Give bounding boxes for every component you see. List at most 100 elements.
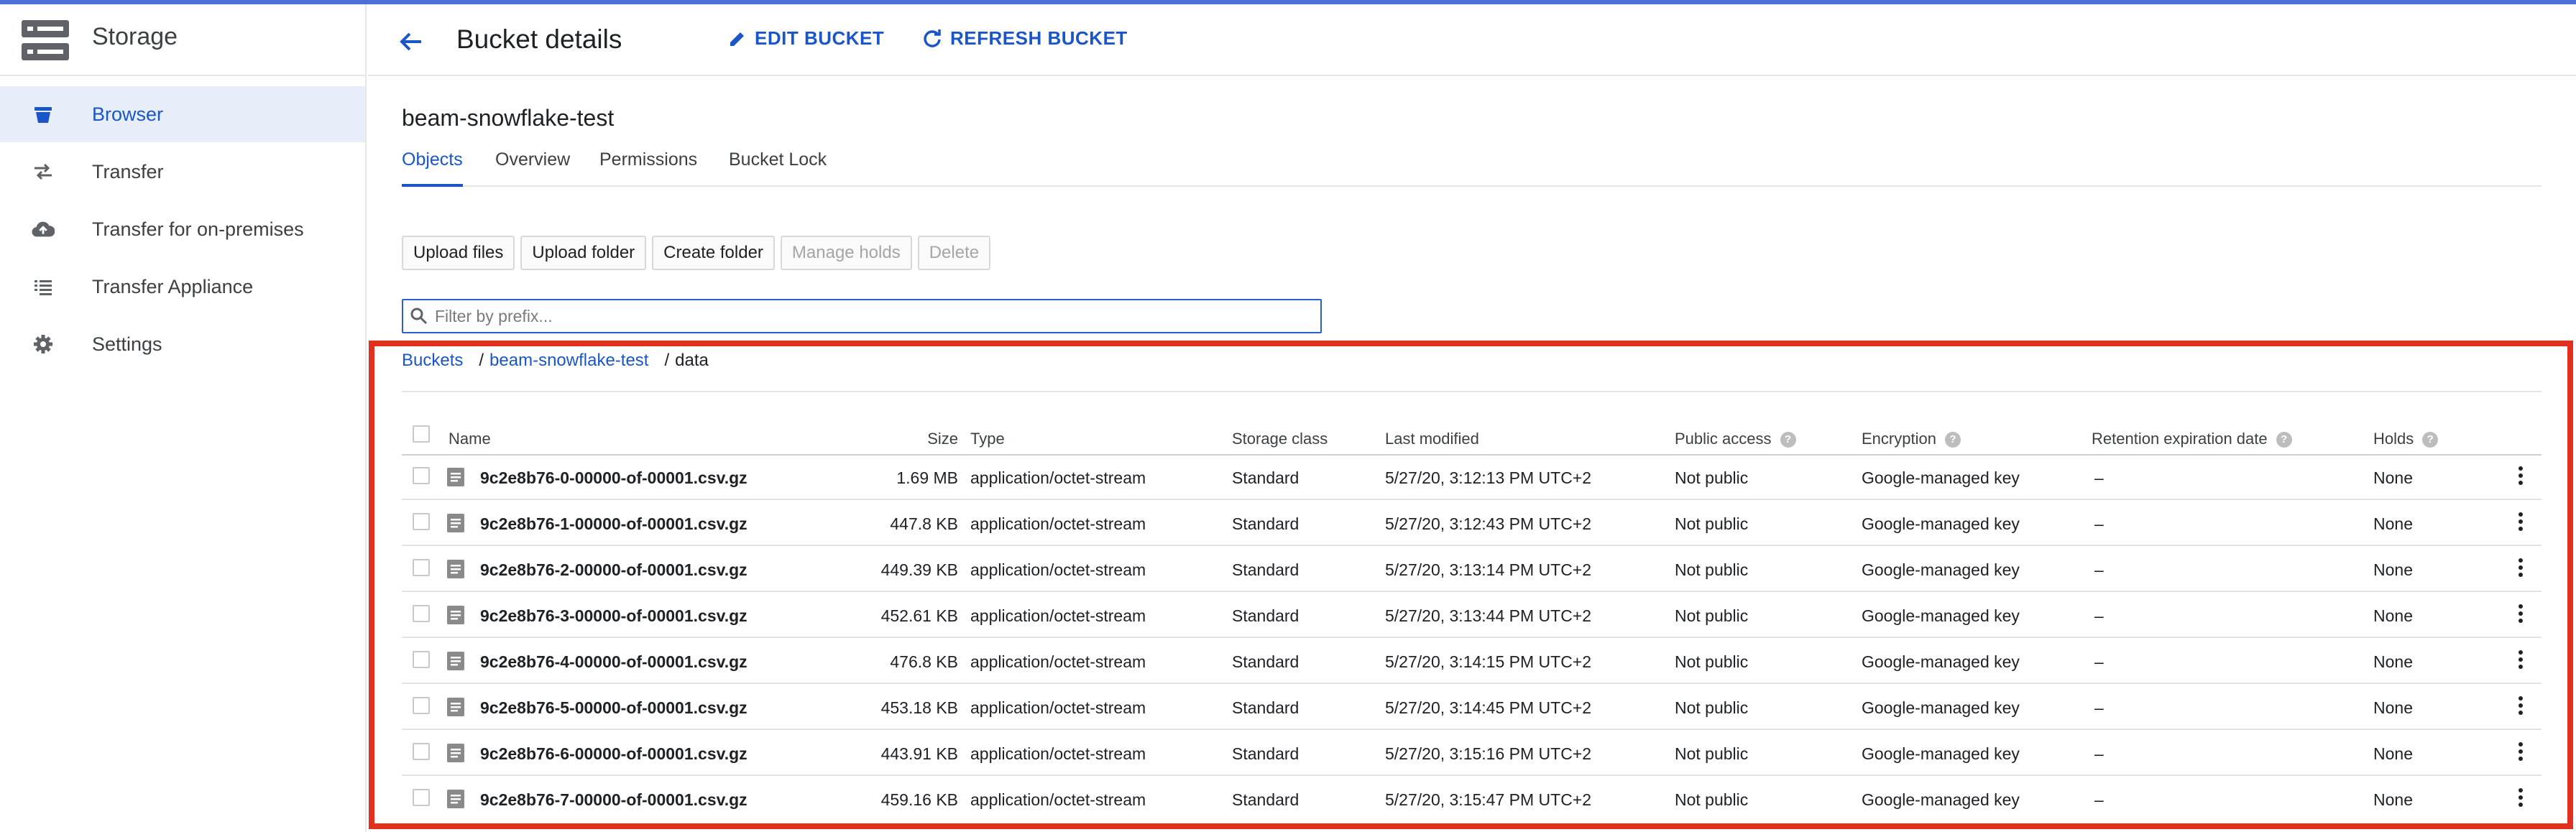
table-row[interactable]: 9c2e8b76-1-00000-of-00001.csv.gz 447.8 K… — [402, 500, 2542, 546]
column-header-encryption[interactable]: Encryption? — [1862, 430, 1961, 448]
column-header-type[interactable]: Type — [970, 430, 1005, 448]
file-type: application/octet-stream — [970, 652, 1146, 671]
select-all-checkbox[interactable] — [413, 425, 430, 443]
file-name-link[interactable]: 9c2e8b76-4-00000-of-00001.csv.gz — [480, 652, 748, 672]
sidebar-item-settings[interactable]: Settings — [0, 316, 365, 372]
edit-bucket-button[interactable]: EDIT BUCKET — [727, 27, 884, 50]
table-row[interactable]: 9c2e8b76-6-00000-of-00001.csv.gz 443.91 … — [402, 730, 2542, 776]
file-name-link[interactable]: 9c2e8b76-3-00000-of-00001.csv.gz — [480, 606, 748, 626]
encryption: Google-managed key — [1862, 560, 2020, 579]
search-icon — [403, 307, 435, 325]
table-header: Name Size Type Storage class Last modifi… — [402, 422, 2542, 456]
table-row[interactable]: 9c2e8b76-7-00000-of-00001.csv.gz 459.16 … — [402, 776, 2542, 822]
bucket-icon — [32, 103, 55, 125]
file-name-link[interactable]: 9c2e8b76-2-00000-of-00001.csv.gz — [480, 560, 748, 580]
breadcrumb-current-folder: data — [675, 351, 709, 370]
row-checkbox[interactable] — [413, 513, 430, 530]
file-type: application/octet-stream — [970, 468, 1146, 487]
column-header-retention[interactable]: Retention expiration date? — [2092, 430, 2292, 448]
column-header-label: Retention expiration date — [2092, 430, 2268, 448]
tab-overview[interactable]: Overview — [495, 149, 570, 187]
sidebar: Storage Browser Transfer Transfer for on… — [0, 4, 367, 832]
file-name-link[interactable]: 9c2e8b76-7-00000-of-00001.csv.gz — [480, 790, 748, 810]
list-icon — [32, 276, 55, 297]
create-folder-button[interactable]: Create folder — [652, 236, 775, 270]
column-header-size[interactable]: Size — [905, 430, 958, 448]
breadcrumb-bucket-link[interactable]: beam-snowflake-test — [489, 351, 648, 371]
file-size: 452.61 KB — [880, 606, 958, 625]
upload-folder-button[interactable]: Upload folder — [520, 236, 647, 270]
bucket-name: beam-snowflake-test — [402, 105, 615, 131]
column-header-label: Public access — [1675, 430, 1772, 448]
file-name-link[interactable]: 9c2e8b76-6-00000-of-00001.csv.gz — [480, 744, 748, 764]
more-options-icon[interactable] — [2513, 510, 2528, 536]
encryption: Google-managed key — [1862, 468, 2020, 487]
sidebar-item-transfer-appliance[interactable]: Transfer Appliance — [0, 259, 365, 315]
table-row[interactable]: 9c2e8b76-0-00000-of-00001.csv.gz 1.69 MB… — [402, 454, 2542, 500]
tab-bar: Objects Overview Permissions Bucket Lock — [402, 147, 2542, 187]
file-type: application/octet-stream — [970, 698, 1146, 717]
more-options-icon[interactable] — [2513, 556, 2528, 582]
retention-date: – — [2094, 560, 2104, 579]
holds: None — [2373, 744, 2413, 763]
more-options-icon[interactable] — [2513, 464, 2528, 490]
more-options-icon[interactable] — [2513, 602, 2528, 628]
table-row[interactable]: 9c2e8b76-5-00000-of-00001.csv.gz 453.18 … — [402, 684, 2542, 730]
file-icon — [447, 606, 464, 624]
help-icon[interactable]: ? — [1780, 432, 1796, 448]
filter-input[interactable] — [435, 306, 1297, 326]
row-checkbox[interactable] — [413, 467, 430, 484]
file-type: application/octet-stream — [970, 790, 1146, 809]
row-checkbox[interactable] — [413, 605, 430, 622]
sidebar-item-browser[interactable]: Browser — [0, 86, 365, 142]
tab-bucket-lock[interactable]: Bucket Lock — [729, 149, 827, 187]
cloud-upload-icon — [32, 218, 55, 240]
row-checkbox[interactable] — [413, 697, 430, 714]
breadcrumb-buckets-link[interactable]: Buckets — [402, 351, 463, 371]
more-options-icon[interactable] — [2513, 648, 2528, 674]
holds: None — [2373, 698, 2413, 717]
delete-button[interactable]: Delete — [917, 236, 991, 270]
upload-files-button[interactable]: Upload files — [402, 236, 515, 270]
row-checkbox[interactable] — [413, 743, 430, 760]
file-name-link[interactable]: 9c2e8b76-5-00000-of-00001.csv.gz — [480, 698, 748, 718]
tab-objects[interactable]: Objects — [402, 149, 463, 187]
public-access: Not public — [1675, 698, 1749, 717]
tab-permissions[interactable]: Permissions — [599, 149, 697, 187]
column-header-holds[interactable]: Holds? — [2373, 430, 2439, 448]
row-checkbox[interactable] — [413, 789, 430, 806]
help-icon[interactable]: ? — [2422, 432, 2439, 448]
help-icon[interactable]: ? — [2276, 432, 2292, 448]
column-header-name[interactable]: Name — [448, 430, 491, 448]
back-arrow-icon[interactable] — [395, 26, 427, 57]
sidebar-item-transfer[interactable]: Transfer — [0, 144, 365, 200]
table-row[interactable]: 9c2e8b76-4-00000-of-00001.csv.gz 476.8 K… — [402, 638, 2542, 684]
breadcrumb-separator: / — [479, 351, 484, 370]
retention-date: – — [2094, 606, 2104, 625]
column-header-storage-class[interactable]: Storage class — [1232, 430, 1328, 448]
row-checkbox[interactable] — [413, 559, 430, 576]
gear-icon — [32, 333, 55, 355]
column-header-public-access[interactable]: Public access? — [1675, 430, 1796, 448]
file-name-link[interactable]: 9c2e8b76-0-00000-of-00001.csv.gz — [480, 468, 748, 488]
sidebar-item-transfer-on-premises[interactable]: Transfer for on-premises — [0, 201, 365, 257]
table-row[interactable]: 9c2e8b76-2-00000-of-00001.csv.gz 449.39 … — [402, 546, 2542, 592]
refresh-bucket-button[interactable]: REFRESH BUCKET — [921, 27, 1128, 50]
more-options-icon[interactable] — [2513, 694, 2528, 720]
file-type: application/octet-stream — [970, 560, 1146, 579]
file-name-link[interactable]: 9c2e8b76-1-00000-of-00001.csv.gz — [480, 514, 748, 534]
transfer-arrows-icon — [32, 161, 55, 182]
file-type: application/octet-stream — [970, 514, 1146, 533]
more-options-icon[interactable] — [2513, 740, 2528, 766]
column-header-last-modified[interactable]: Last modified — [1385, 430, 1479, 448]
storage-class: Standard — [1232, 606, 1300, 625]
more-options-icon[interactable] — [2513, 786, 2528, 812]
row-checkbox[interactable] — [413, 651, 430, 668]
help-icon[interactable]: ? — [1944, 432, 1961, 448]
table-row[interactable]: 9c2e8b76-3-00000-of-00001.csv.gz 452.61 … — [402, 592, 2542, 638]
last-modified: 5/27/20, 3:12:13 PM UTC+2 — [1385, 468, 1592, 487]
public-access: Not public — [1675, 560, 1749, 579]
manage-holds-button[interactable]: Manage holds — [780, 236, 912, 270]
sidebar-item-label: Settings — [92, 333, 162, 355]
file-size: 459.16 KB — [880, 790, 958, 809]
